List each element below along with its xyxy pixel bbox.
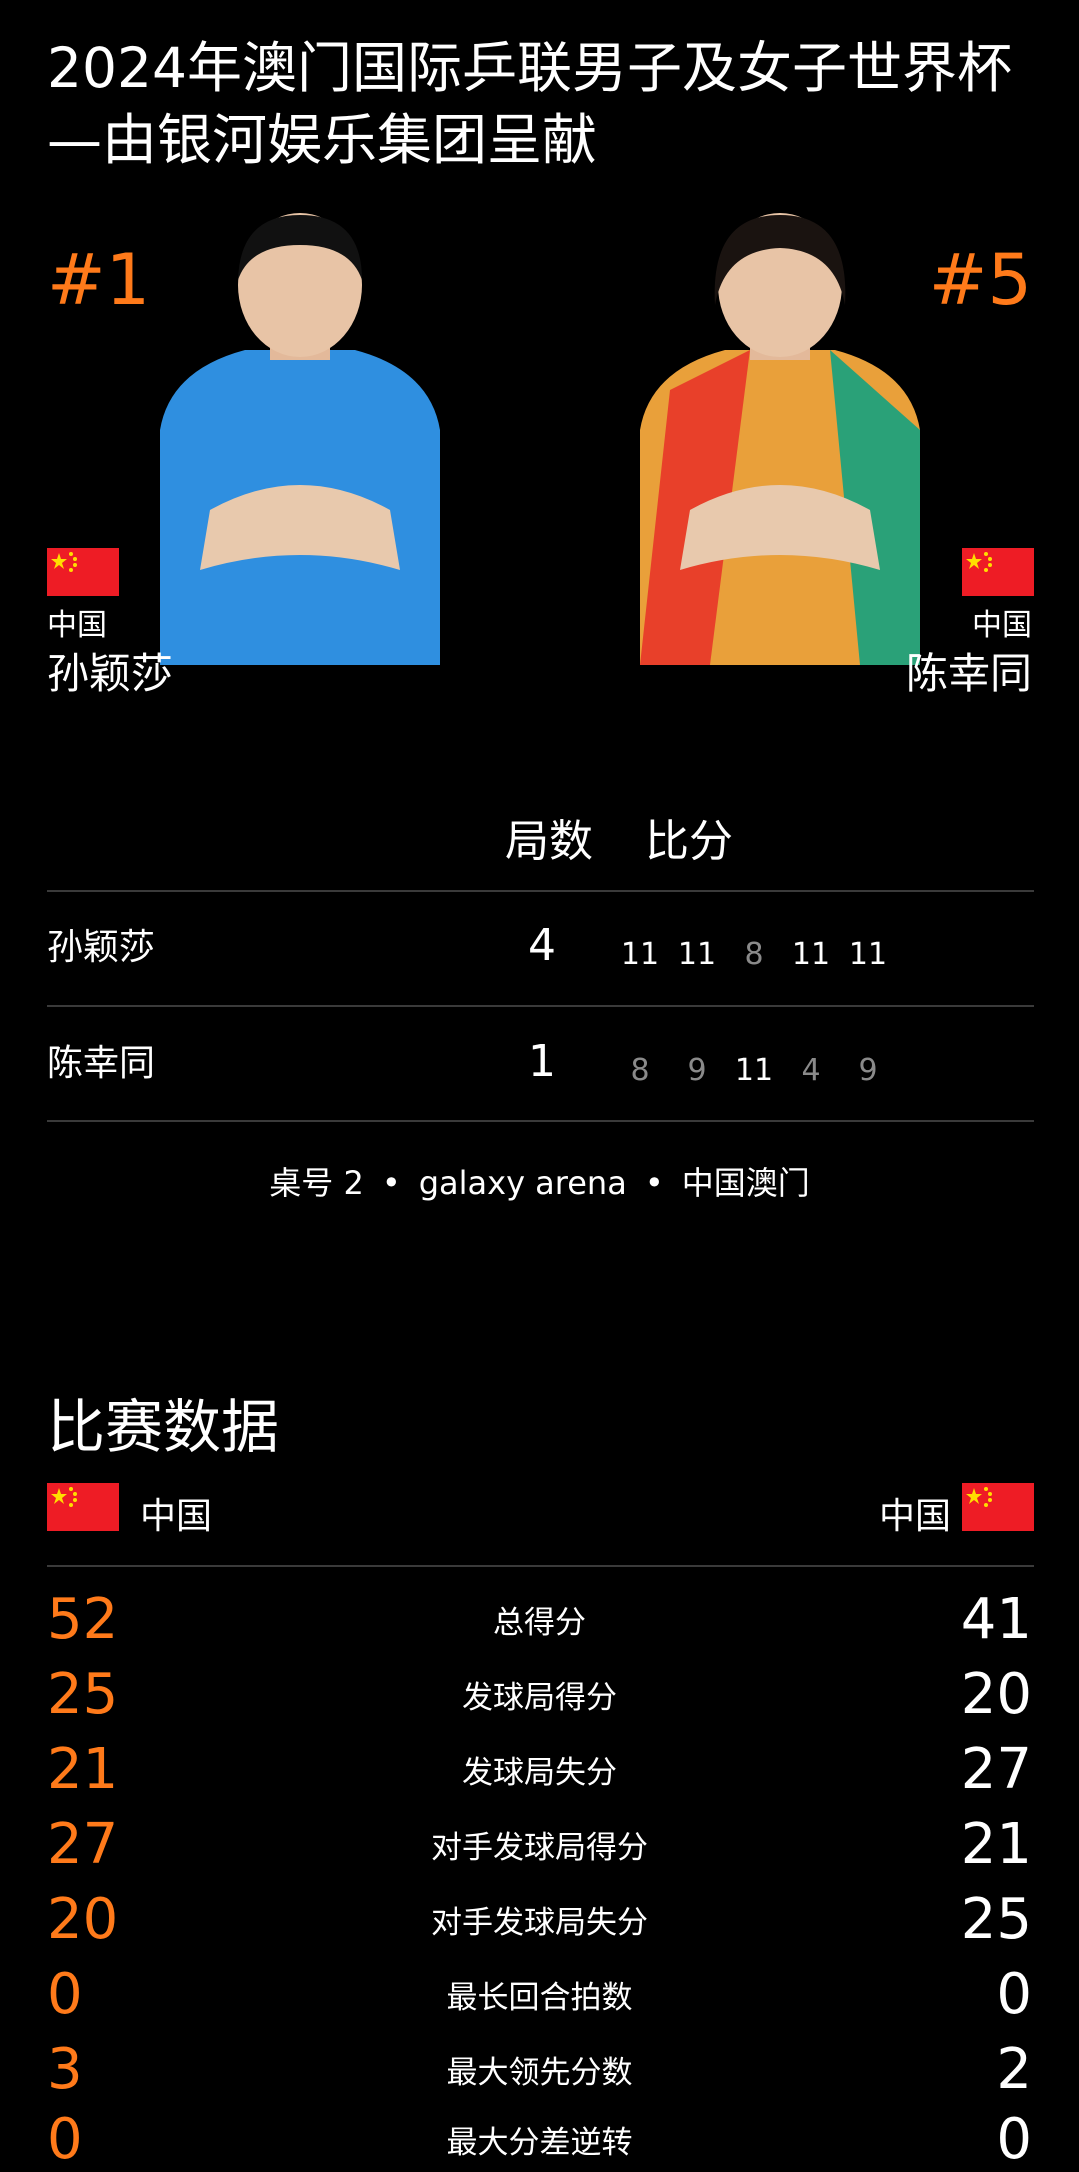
stats-section-title: 比赛数据	[47, 1393, 280, 1461]
event-title: 2024年澳门国际乒联男子及女子世界杯—由银河娱乐集团呈献	[47, 36, 1012, 172]
venue-location: 中国澳门	[681, 1164, 810, 1202]
player1-flag-icon	[47, 548, 119, 596]
stats-right-country: 中国	[878, 1496, 951, 1537]
stat-right-value: 27	[960, 1737, 1032, 1802]
set-score: 11	[620, 937, 660, 972]
stat-label: 发球局失分	[462, 1755, 617, 1791]
venue-table: 桌号 2	[269, 1164, 364, 1202]
stat-right-value: 21	[960, 1812, 1032, 1877]
stats-divider	[47, 1565, 1034, 1567]
stat-label: 对手发球局失分	[431, 1905, 648, 1941]
scoreboard-divider	[47, 1005, 1034, 1007]
stat-label: 最长回合拍数	[446, 1980, 633, 2016]
stat-label: 最大领先分数	[446, 2055, 633, 2091]
stat-right-value: 2	[996, 2037, 1032, 2102]
set-score: 9	[687, 1053, 707, 1088]
player2-name[interactable]: 陈幸同	[906, 640, 1032, 701]
player1-country: 中国	[47, 608, 107, 643]
set-score: 11	[734, 1053, 774, 1088]
player2-country: 中国	[972, 608, 1032, 643]
stat-right-value: 25	[960, 1887, 1032, 1952]
set-score: 8	[744, 937, 764, 972]
stat-label: 发球局得分	[462, 1680, 617, 1716]
stat-label: 最大分差逆转	[446, 2125, 633, 2161]
stats-left-country: 中国	[140, 1496, 213, 1537]
set-score: 11	[791, 937, 831, 972]
scoreboard-divider	[47, 1120, 1034, 1122]
player2-flag-icon	[962, 548, 1034, 596]
games-header: 局数	[505, 816, 593, 867]
set-score: 8	[630, 1053, 650, 1088]
stats-right-flag-icon	[962, 1483, 1034, 1531]
score-row-games: 4	[528, 920, 556, 971]
player1-name[interactable]: 孙颖莎	[47, 640, 173, 701]
stat-label: 对手发球局得分	[431, 1830, 648, 1866]
venue-separator: •	[381, 1164, 401, 1202]
score-row-games: 1	[528, 1036, 556, 1087]
points-header: 比分	[645, 816, 733, 867]
player1-rank: #1	[47, 239, 151, 321]
set-score: 4	[801, 1053, 821, 1088]
score-row-player-name: 孙颖莎	[47, 927, 156, 968]
stat-label: 总得分	[493, 1605, 586, 1641]
player2-photo	[630, 210, 930, 665]
stat-right-value: 41	[960, 1587, 1032, 1652]
stat-right-value: 0	[996, 1962, 1032, 2027]
venue-arena: galaxy arena	[418, 1164, 627, 1202]
player1-photo	[150, 210, 450, 665]
venue-separator: •	[644, 1164, 664, 1202]
set-score: 9	[858, 1053, 878, 1088]
stat-right-value: 0	[996, 2107, 1032, 2172]
set-score: 11	[848, 937, 888, 972]
scoreboard-divider	[47, 890, 1034, 892]
stats-left-flag-icon	[47, 1483, 119, 1531]
stat-right-value: 20	[960, 1662, 1032, 1727]
set-score: 11	[677, 937, 717, 972]
match-venue: 桌号 2 • galaxy arena • 中国澳门	[0, 1158, 1079, 1204]
player2-rank: #5	[928, 239, 1032, 321]
score-row-player-name: 陈幸同	[47, 1043, 156, 1084]
